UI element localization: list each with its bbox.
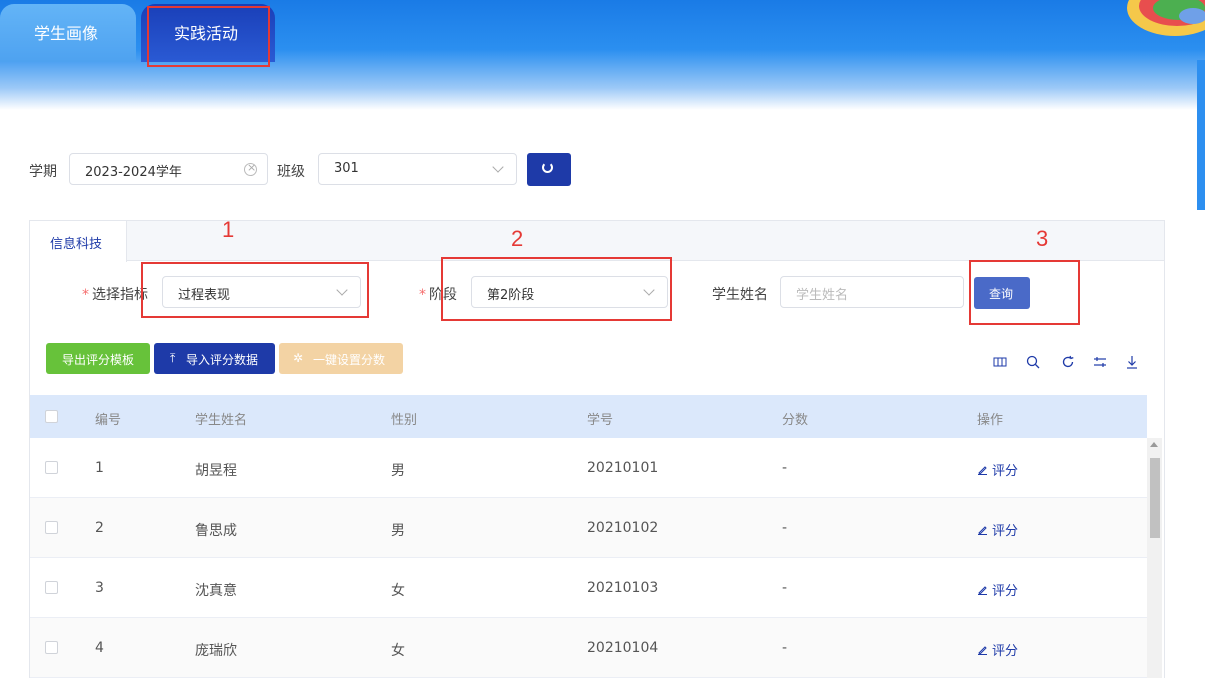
stage-select[interactable]: 第2阶段 [471, 276, 668, 308]
edit-icon [978, 526, 987, 535]
tab-label: 学生画像 [34, 24, 99, 43]
cell-name: 沈真意 [195, 583, 237, 599]
student-name-label: 学生姓名 [712, 287, 768, 303]
refresh-button[interactable] [527, 153, 571, 186]
stage-label: * 阶段 [419, 287, 457, 303]
cell-gender: 男 [391, 523, 405, 539]
score-action-link[interactable]: 评分 [977, 580, 1018, 599]
column-header: 学号 [587, 413, 614, 428]
import-scores-button[interactable]: ⤒ 导入评分数据 [154, 343, 275, 374]
chevron-down-icon [492, 161, 504, 173]
cell-name: 胡昱程 [195, 463, 237, 479]
student-name-input[interactable]: 学生姓名 [780, 276, 964, 308]
refresh-icon [542, 162, 553, 173]
search-icon[interactable] [1026, 355, 1040, 369]
indicator-value: 过程表现 [178, 288, 231, 303]
refresh-icon[interactable] [1061, 355, 1075, 369]
column-settings-icon[interactable] [993, 355, 1007, 369]
upload-icon: ⤒ [170, 351, 176, 365]
cell-id: 2 [95, 520, 104, 536]
query-button[interactable]: 查询 [974, 277, 1030, 309]
column-header: 分数 [782, 413, 809, 428]
cell-student-no: 20210101 [587, 460, 659, 476]
stage-value: 第2阶段 [487, 288, 535, 303]
filter-settings-icon[interactable] [1093, 355, 1107, 369]
table-header: 编号 学生姓名 性别 学号 分数 操作 [30, 395, 1147, 438]
class-select[interactable]: 301 [318, 153, 517, 185]
annotation-number: 1 [222, 217, 235, 242]
annotation-number: 3 [1036, 226, 1049, 251]
row-checkbox[interactable] [45, 521, 58, 534]
cell-student-no: 20210104 [587, 640, 659, 656]
cell-gender: 男 [391, 463, 405, 479]
table-row: 4 庞瑞欣 女 20210104 - 评分 [30, 618, 1147, 678]
cell-id: 3 [95, 580, 104, 596]
scrollbar-thumb[interactable] [1150, 458, 1160, 538]
cell-student-no: 20210102 [587, 520, 659, 536]
cell-score: - [782, 460, 788, 476]
export-template-button[interactable]: 导出评分模板 [46, 343, 150, 374]
cell-id: 4 [95, 640, 104, 656]
chevron-down-icon [643, 284, 655, 296]
cell-name: 鲁思成 [195, 523, 237, 539]
scroll-up-icon[interactable] [1150, 442, 1158, 447]
edit-icon [978, 586, 987, 595]
tab-label: 实践活动 [174, 24, 239, 43]
table-row: 1 胡昱程 男 20210101 - 评分 [30, 438, 1147, 498]
select-all-checkbox[interactable] [45, 410, 58, 423]
score-action-link[interactable]: 评分 [977, 640, 1018, 659]
indicator-label: * 选择指标 [82, 287, 148, 303]
class-value: 301 [334, 161, 359, 176]
app-header: 学生画像 实践活动 [0, 0, 1205, 110]
table-scrollbar[interactable] [1147, 438, 1162, 678]
tab-label: 信息科技 [50, 237, 103, 252]
row-checkbox[interactable] [45, 641, 58, 654]
term-select[interactable]: 2023-2024学年 [69, 153, 268, 185]
decoration-graphic [1127, 0, 1205, 36]
table-row: 2 鲁思成 男 20210102 - 评分 [30, 498, 1147, 558]
cell-student-no: 20210103 [587, 580, 659, 596]
tab-info-tech[interactable]: 信息科技 [30, 221, 127, 262]
panel-tab-bar: 信息科技 [30, 221, 1164, 262]
download-icon[interactable] [1125, 355, 1139, 369]
column-header: 操作 [977, 413, 1004, 428]
chevron-down-icon [336, 284, 348, 296]
term-value: 2023-2024学年 [85, 165, 182, 180]
cell-gender: 女 [391, 643, 405, 659]
table-row: 3 沈真意 女 20210103 - 评分 [30, 558, 1147, 618]
annotation-number: 2 [511, 226, 524, 251]
cell-score: - [782, 580, 788, 596]
row-checkbox[interactable] [45, 581, 58, 594]
column-header: 学生姓名 [195, 413, 248, 428]
row-checkbox[interactable] [45, 461, 58, 474]
set-scores-button[interactable]: ✲ 一键设置分数 [279, 343, 403, 374]
cell-name: 庞瑞欣 [195, 643, 237, 659]
term-label: 学期 [29, 164, 57, 180]
column-header: 编号 [95, 413, 122, 428]
cell-score: - [782, 640, 788, 656]
cell-id: 1 [95, 460, 104, 476]
edit-icon [978, 646, 987, 655]
edit-icon [978, 466, 987, 475]
score-action-link[interactable]: 评分 [977, 520, 1018, 539]
score-action-link[interactable]: 评分 [977, 460, 1018, 479]
column-header: 性别 [391, 413, 418, 428]
tab-student-portrait[interactable]: 学生画像 [0, 4, 136, 62]
class-label: 班级 [277, 164, 305, 180]
page-scrollbar-strip [1197, 60, 1205, 210]
indicator-select[interactable]: 过程表现 [162, 276, 361, 308]
tab-practice-activity[interactable]: 实践活动 [141, 4, 275, 62]
student-name-placeholder: 学生姓名 [796, 288, 849, 303]
clear-icon[interactable] [244, 161, 257, 176]
cell-score: - [782, 520, 788, 536]
cell-gender: 女 [391, 583, 405, 599]
magic-icon: ✲ [293, 351, 304, 365]
